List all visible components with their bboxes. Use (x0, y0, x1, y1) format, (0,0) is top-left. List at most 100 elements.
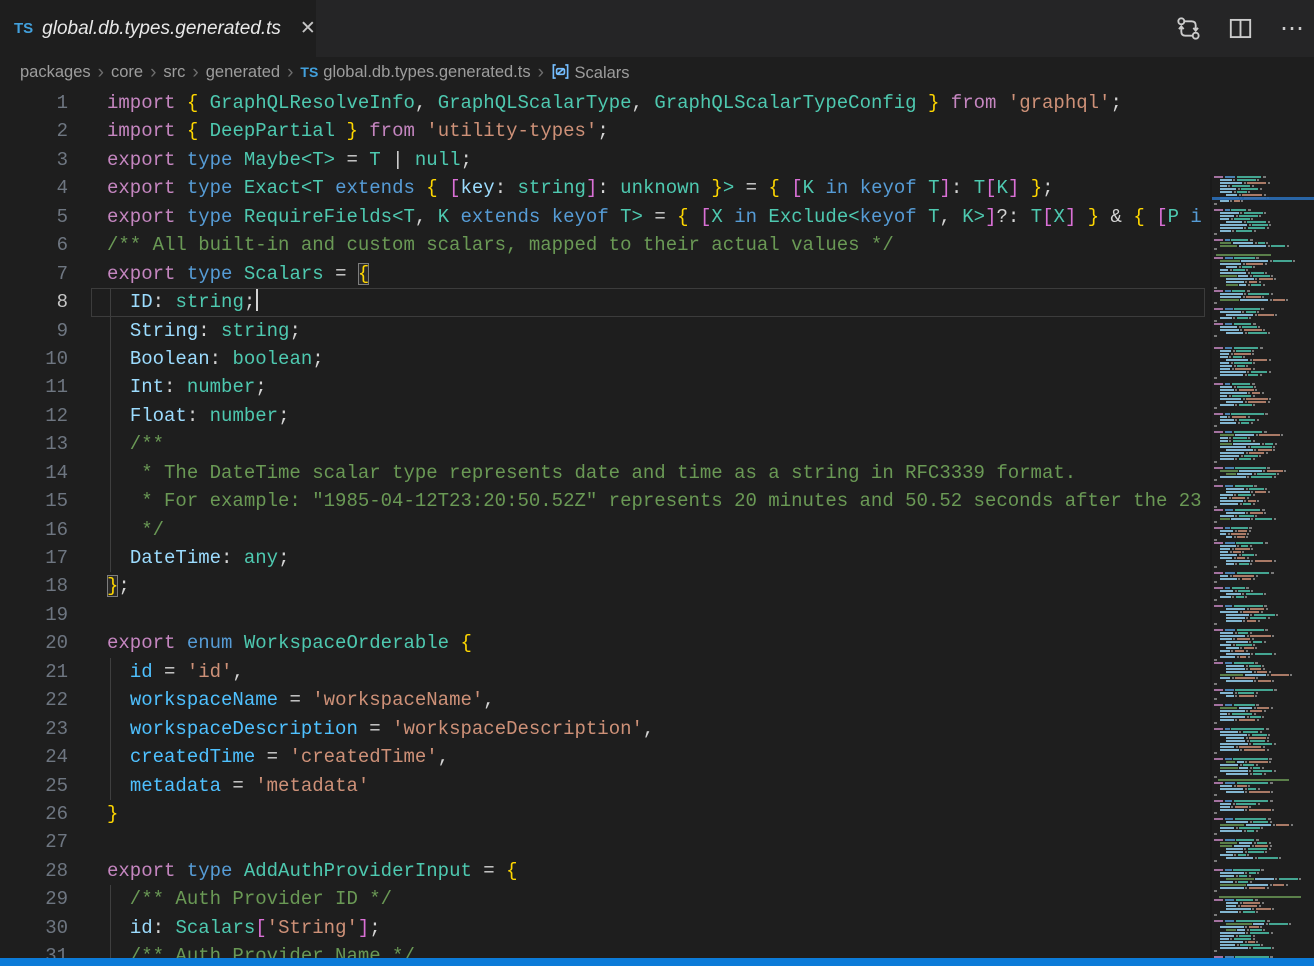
minimap-line (1212, 413, 1314, 415)
minimap-line (1212, 926, 1314, 928)
minimap-line (1212, 266, 1314, 268)
code-line[interactable]: 21 id = 'id', (0, 658, 1207, 686)
line-number[interactable]: 30 (0, 914, 68, 942)
line-number[interactable]: 22 (0, 686, 68, 714)
line-number[interactable]: 20 (0, 629, 68, 657)
code-line[interactable]: 26} (0, 800, 1207, 828)
line-number[interactable]: 5 (0, 203, 68, 231)
line-number[interactable]: 14 (0, 459, 68, 487)
line-number[interactable]: 10 (0, 345, 68, 373)
code-line[interactable]: 16 */ (0, 516, 1207, 544)
line-number[interactable]: 13 (0, 430, 68, 458)
line-number[interactable]: 4 (0, 174, 68, 202)
code-line[interactable]: 30 id: Scalars['String']; (0, 914, 1207, 942)
code-line[interactable]: 19 (0, 601, 1207, 629)
code-line[interactable]: 18}; (0, 572, 1207, 600)
line-number[interactable]: 23 (0, 715, 68, 743)
tab-global-db-types[interactable]: TS global.db.types.generated.ts ✕ (0, 0, 316, 57)
minimap-line (1212, 470, 1314, 472)
line-number[interactable]: 26 (0, 800, 68, 828)
line-number[interactable]: 21 (0, 658, 68, 686)
minimap-line (1212, 851, 1314, 853)
line-number[interactable]: 9 (0, 317, 68, 345)
breadcrumb-symbol-scalars[interactable]: Scalars (551, 62, 630, 83)
code-text: export type RequireFields<T, K extends k… (68, 203, 1202, 231)
open-changes-button[interactable] (1174, 15, 1202, 43)
line-number[interactable]: 25 (0, 772, 68, 800)
code-line[interactable]: 12 Float: number; (0, 402, 1207, 430)
code-text: * The DateTime scalar type represents da… (68, 459, 1076, 487)
code-line[interactable]: 20export enum WorkspaceOrderable { (0, 629, 1207, 657)
breadcrumb-file[interactable]: TSglobal.db.types.generated.ts (300, 63, 530, 82)
code-line[interactable]: 9 String: string; (0, 317, 1207, 345)
line-number[interactable]: 12 (0, 402, 68, 430)
code-text: * For example: "1985-04-12T23:20:50.52Z"… (68, 487, 1202, 515)
line-number[interactable]: 3 (0, 146, 68, 174)
indent-guide (110, 743, 111, 771)
code-line[interactable]: 5export type RequireFields<T, K extends … (0, 203, 1207, 231)
line-number[interactable]: 29 (0, 885, 68, 913)
close-tab-icon[interactable]: ✕ (300, 19, 316, 38)
line-number[interactable]: 8 (0, 288, 68, 316)
code-line[interactable]: 23 workspaceDescription = 'workspaceDesc… (0, 715, 1207, 743)
more-actions-button[interactable]: ⋯ (1278, 15, 1306, 43)
code-line[interactable]: 17 DateTime: any; (0, 544, 1207, 572)
code-line[interactable]: 1import { GraphQLResolveInfo, GraphQLSca… (0, 89, 1207, 117)
minimap-line (1212, 716, 1314, 718)
minimap-line (1212, 764, 1314, 766)
minimap-line (1212, 779, 1314, 781)
breadcrumb-src[interactable]: src (163, 63, 185, 82)
minimap-line (1212, 542, 1314, 544)
line-number[interactable]: 17 (0, 544, 68, 572)
code-area[interactable]: 1import { GraphQLResolveInfo, GraphQLSca… (0, 89, 1207, 966)
code-text: DateTime: any; (68, 544, 289, 572)
code-line[interactable]: 29 /** Auth Provider ID */ (0, 885, 1207, 913)
code-line[interactable]: 25 metadata = 'metadata' (0, 772, 1207, 800)
breadcrumb-core[interactable]: core (111, 63, 143, 82)
line-number[interactable]: 11 (0, 373, 68, 401)
line-number[interactable]: 16 (0, 516, 68, 544)
code-line[interactable]: 3export type Maybe<T> = T | null; (0, 146, 1207, 174)
minimap-line (1212, 692, 1314, 694)
minimap-line (1212, 467, 1314, 469)
code-line[interactable]: 27 (0, 828, 1207, 856)
code-line[interactable]: 13 /** (0, 430, 1207, 458)
code-line[interactable]: 8 ID: string; (0, 288, 1207, 316)
line-number[interactable]: 6 (0, 231, 68, 259)
minimap-line (1212, 590, 1314, 592)
code-line[interactable]: 10 Boolean: boolean; (0, 345, 1207, 373)
code-line[interactable]: 14 * The DateTime scalar type represents… (0, 459, 1207, 487)
code-line[interactable]: 15 * For example: "1985-04-12T23:20:50.5… (0, 487, 1207, 515)
tab-label: global.db.types.generated.ts (42, 18, 281, 40)
minimap-line (1212, 701, 1314, 703)
indent-guide (110, 914, 111, 942)
line-number[interactable]: 24 (0, 743, 68, 771)
line-number[interactable]: 7 (0, 260, 68, 288)
minimap-line (1212, 785, 1314, 787)
line-number[interactable]: 27 (0, 828, 68, 856)
code-line[interactable]: 6/** All built-in and custom scalars, ma… (0, 231, 1207, 259)
minimap-line (1212, 416, 1314, 418)
line-number[interactable]: 2 (0, 117, 68, 145)
minimap-line (1212, 680, 1314, 682)
code-line[interactable]: 7export type Scalars = { (0, 260, 1207, 288)
minimap-line (1212, 410, 1314, 412)
line-number[interactable]: 28 (0, 857, 68, 885)
code-line[interactable]: 22 workspaceName = 'workspaceName', (0, 686, 1207, 714)
breadcrumb-generated[interactable]: generated (206, 63, 280, 82)
code-line[interactable]: 28export type AddAuthProviderInput = { (0, 857, 1207, 885)
line-number[interactable]: 15 (0, 487, 68, 515)
code-line[interactable]: 4export type Exact<T extends { [key: str… (0, 174, 1207, 202)
line-number[interactable]: 1 (0, 89, 68, 117)
code-editor[interactable]: 1import { GraphQLResolveInfo, GraphQLSca… (0, 88, 1314, 966)
code-line[interactable]: 24 createdTime = 'createdTime', (0, 743, 1207, 771)
line-number[interactable]: 18 (0, 572, 68, 600)
indent-guide (110, 772, 111, 800)
line-number[interactable]: 19 (0, 601, 68, 629)
code-line[interactable]: 11 Int: number; (0, 373, 1207, 401)
code-line[interactable]: 2import { DeepPartial } from 'utility-ty… (0, 117, 1207, 145)
minimap[interactable] (1210, 176, 1314, 966)
minimap-line (1212, 812, 1314, 814)
split-editor-button[interactable] (1226, 15, 1254, 43)
breadcrumb-packages[interactable]: packages (20, 63, 91, 82)
